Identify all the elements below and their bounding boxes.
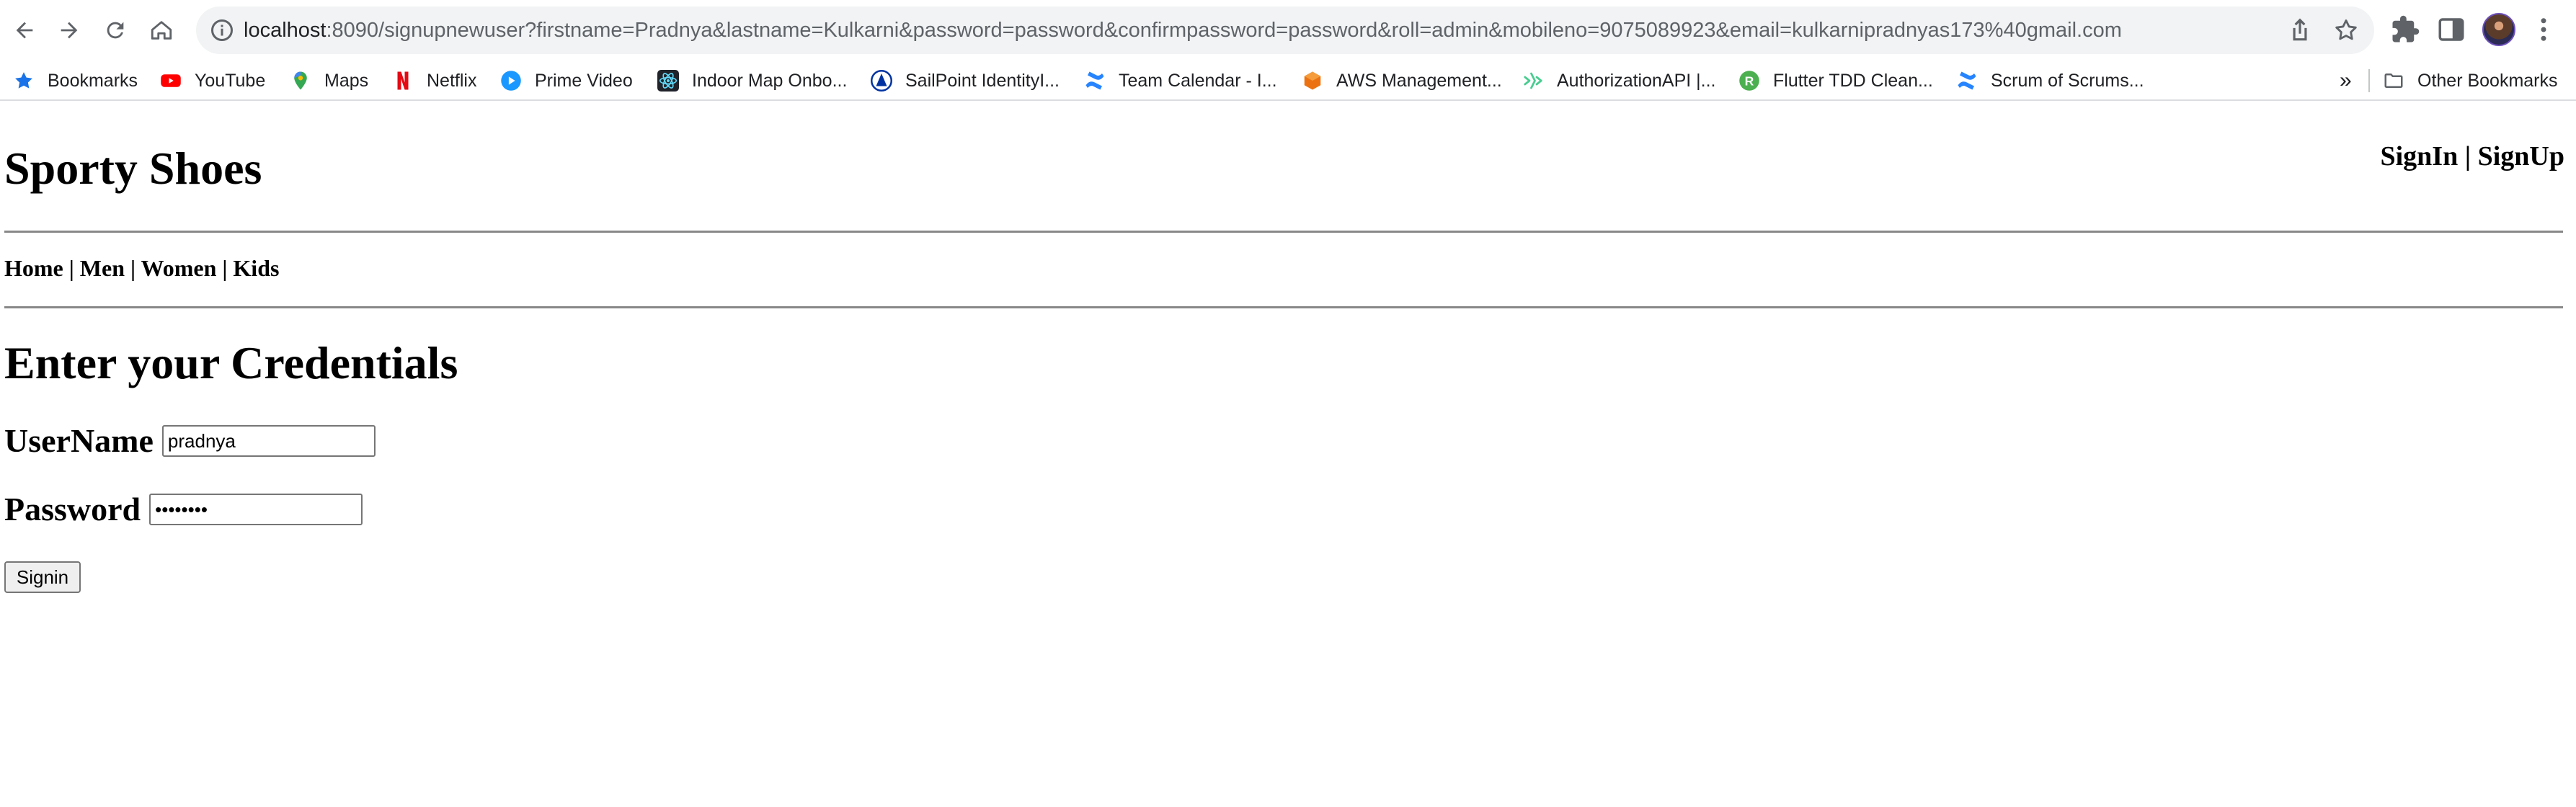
page-content: Sporty Shoes SignIn | SignUp Home | Men … [0, 102, 2576, 807]
bookmark-label: SailPoint IdentityI... [905, 70, 1060, 91]
bookmark-label: Flutter TDD Clean... [1773, 70, 1933, 91]
nav-separator: | [63, 255, 80, 281]
share-icon[interactable] [2286, 17, 2314, 44]
side-panel-icon[interactable] [2436, 14, 2466, 45]
bookmark-sailpoint[interactable]: SailPoint IdentityI... [871, 61, 1060, 101]
bookmark-maps[interactable]: Maps [290, 61, 368, 101]
folder-icon [2384, 73, 2403, 88]
nav-men[interactable]: Men [80, 255, 125, 281]
star-icon[interactable] [2332, 17, 2360, 44]
swagger-icon [1524, 72, 1542, 89]
profile-avatar[interactable] [2482, 13, 2515, 46]
bookmark-indoor-map[interactable]: Indoor Map Onbo... [657, 61, 847, 101]
bookmark-label: Bookmarks [48, 70, 138, 91]
star-icon [15, 72, 32, 89]
signup-link[interactable]: SignUp [2478, 141, 2564, 171]
nav-women[interactable]: Women [141, 255, 216, 281]
auth-separator: | [2458, 141, 2478, 171]
other-bookmarks-folder[interactable]: Other Bookmarks [2383, 61, 2558, 101]
forward-arrow-icon[interactable] [50, 12, 88, 49]
bookmark-label: AWS Management... [1336, 70, 1502, 91]
extensions-puzzle-icon[interactable] [2390, 14, 2420, 45]
username-input[interactable] [161, 425, 376, 457]
bookmark-label: Netflix [427, 70, 477, 91]
bookmark-team-calendar[interactable]: Team Calendar - I... [1084, 61, 1277, 101]
reload-icon[interactable] [97, 12, 134, 49]
bookmark-label: Maps [324, 70, 369, 91]
netflix-icon [397, 71, 409, 90]
url-host: localhost [244, 19, 327, 42]
signin-link[interactable]: SignIn [2380, 141, 2458, 171]
more-vertical-icon[interactable] [2528, 14, 2559, 45]
confluence-icon [1958, 71, 1976, 90]
password-label: Password [4, 491, 141, 527]
bookmark-bookmarks[interactable]: Bookmarks [13, 61, 138, 101]
bookmark-authorization-api[interactable]: AuthorizationAPI |... [1522, 61, 1716, 101]
bookmark-youtube[interactable]: YouTube [160, 61, 265, 101]
svg-text:R: R [1745, 73, 1754, 88]
r-icon: R [1739, 71, 1759, 91]
maps-pin-icon [294, 71, 307, 90]
auth-links: SignIn | SignUp [2380, 143, 2564, 170]
bookmarks-bar: Bookmarks YouTube Maps Netflix Prime Vid… [0, 61, 2576, 101]
page-heading: Enter your Credentials [4, 337, 458, 388]
prime-video-icon [501, 71, 521, 91]
browser-toolbar: localhost:8090/signupnewuser?firstname=P… [0, 0, 2576, 61]
sailpoint-icon [871, 70, 892, 92]
info-icon[interactable] [209, 17, 235, 43]
nav-kids[interactable]: Kids [233, 255, 279, 281]
bookmark-label: Team Calendar - I... [1119, 70, 1277, 91]
bookmark-flutter-tdd[interactable]: R Flutter TDD Clean... [1738, 61, 1933, 101]
nav-separator: | [216, 255, 234, 281]
bookmark-label: YouTube [195, 70, 266, 91]
password-row: Password [4, 493, 363, 526]
url-path: :8090/signupnewuser?firstname=Pradnya&la… [326, 19, 2122, 42]
url-text[interactable]: localhost:8090/signupnewuser?firstname=P… [244, 6, 2122, 54]
bookmark-scrum-of-scrums[interactable]: Scrum of Scrums... [1956, 61, 2144, 101]
bookmark-netflix[interactable]: Netflix [392, 61, 476, 101]
browser-window: localhost:8090/signupnewuser?firstname=P… [0, 0, 2576, 807]
nav-divider [4, 306, 2563, 308]
other-bookmarks-label: Other Bookmarks [2417, 70, 2558, 91]
back-arrow-icon[interactable] [6, 12, 43, 49]
bookmark-label: AuthorizationAPI |... [1557, 70, 1716, 91]
bookmark-label: Scrum of Scrums... [1991, 70, 2144, 91]
username-row: UserName [4, 424, 376, 458]
bookmark-label: Indoor Map Onbo... [692, 70, 848, 91]
confluence-icon [1085, 71, 1104, 90]
username-label: UserName [4, 422, 154, 459]
bookmark-prime-video[interactable]: Prime Video [500, 61, 633, 101]
bookmark-aws[interactable]: AWS Management... [1302, 61, 1502, 101]
signin-button[interactable]: Signin [4, 561, 81, 593]
bookmarks-overflow-button[interactable]: » [2340, 61, 2352, 101]
bookmarks-divider [2368, 69, 2370, 92]
home-icon[interactable] [143, 12, 180, 49]
main-nav: Home | Men | Women | Kids [4, 257, 279, 280]
bookmark-label: Prime Video [535, 70, 633, 91]
header-divider [4, 231, 2563, 233]
nav-home[interactable]: Home [4, 255, 63, 281]
site-title: Sporty Shoes [4, 143, 262, 194]
nav-separator: | [125, 255, 141, 281]
aws-icon [1304, 71, 1321, 90]
react-icon [657, 70, 679, 92]
chevron-double-right-icon: » [2340, 68, 2352, 92]
address-bar[interactable]: localhost:8090/signupnewuser?firstname=P… [196, 6, 2374, 54]
password-input[interactable] [149, 494, 363, 525]
youtube-icon [161, 74, 181, 87]
